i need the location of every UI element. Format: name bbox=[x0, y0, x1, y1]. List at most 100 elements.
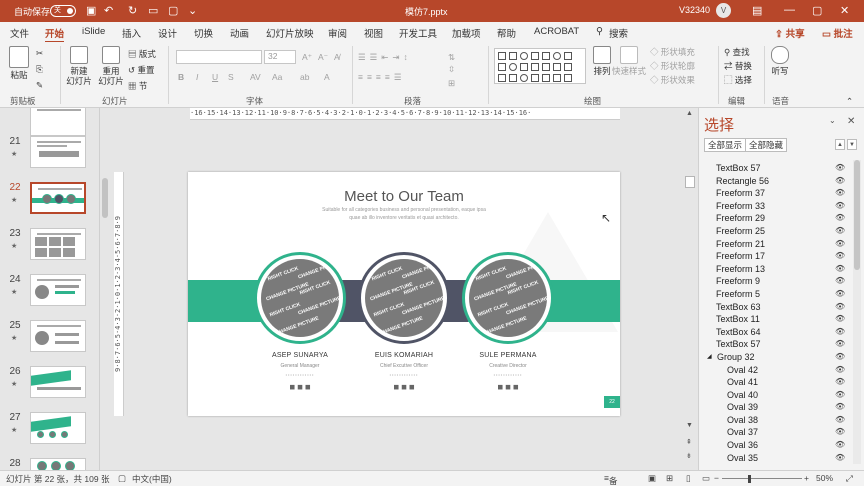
member-role[interactable]: Chief Excutive Officer bbox=[344, 363, 464, 369]
customize-icon[interactable]: ⌄ bbox=[188, 4, 197, 17]
selection-list-item[interactable]: Freeform 9 👁 bbox=[699, 275, 864, 288]
selection-list-item[interactable]: Oval 38 👁 bbox=[699, 414, 864, 427]
search-icon[interactable]: ⚲ bbox=[596, 26, 603, 37]
visibility-eye-icon[interactable]: 👁 bbox=[835, 175, 845, 187]
save-icon[interactable]: ▣ bbox=[86, 4, 96, 17]
bring-forward-icon[interactable]: ▲ bbox=[835, 139, 845, 150]
visibility-eye-icon[interactable]: 👁 bbox=[835, 187, 845, 199]
scroll-thumb[interactable] bbox=[685, 176, 695, 188]
collapse-ribbon-icon[interactable]: ⌃ bbox=[846, 96, 853, 107]
slide-subtitle[interactable]: Suitable for all categories business and… bbox=[318, 206, 490, 222]
new-slide-button[interactable]: 新建 幻灯片 bbox=[64, 46, 94, 86]
format-painter-icon[interactable]: ✎ bbox=[36, 80, 43, 91]
member-photo-2[interactable]: RIGHT CLICK CHANGE PICTURE CHANGE PICTUR… bbox=[358, 252, 450, 344]
tab-file[interactable]: 文件 bbox=[10, 26, 29, 40]
member-photo-1[interactable]: RIGHT CLICK CHANGE PICTURE CHANGE PICTUR… bbox=[254, 252, 346, 344]
font-color-icon[interactable]: A bbox=[324, 72, 330, 82]
minimize-icon[interactable]: — bbox=[784, 4, 795, 16]
slide-thumbnail[interactable]: 23 ★ bbox=[8, 228, 96, 266]
show-all-button[interactable]: 全部显示 bbox=[704, 138, 747, 152]
visibility-eye-icon[interactable]: 👁 bbox=[835, 313, 845, 325]
reset-button[interactable]: ↺ 重置 bbox=[128, 64, 155, 76]
page-number-badge[interactable]: 22 bbox=[604, 396, 620, 408]
quick-styles-button[interactable]: 快速样式 bbox=[612, 46, 646, 76]
slide-thumbnail[interactable]: 28 bbox=[8, 458, 96, 470]
visibility-eye-icon[interactable]: 👁 bbox=[835, 351, 845, 363]
selection-list-item[interactable]: Oval 36 👁 bbox=[699, 439, 864, 452]
tab-animations[interactable]: 动画 bbox=[230, 26, 249, 40]
selection-list-item[interactable]: Freeform 37 👁 bbox=[699, 187, 864, 200]
text-direction-icon[interactable]: ⇅ bbox=[448, 52, 455, 63]
member-role[interactable]: Creative Director bbox=[448, 363, 568, 369]
select-button[interactable]: ⬚ 选择 bbox=[724, 74, 752, 86]
previous-slide-icon[interactable]: ⇞ bbox=[686, 438, 692, 446]
shape-fill-button[interactable]: ◇ 形状填充 bbox=[650, 46, 695, 58]
slide-thumbnail[interactable]: 25 ★ bbox=[8, 320, 96, 358]
scroll-up-icon[interactable]: ▲ bbox=[686, 110, 693, 117]
start-from-beginning-icon[interactable]: ▭ bbox=[148, 4, 158, 17]
dictate-button[interactable]: 听写 bbox=[768, 46, 792, 76]
shrink-font-icon[interactable]: A⁻ bbox=[318, 52, 328, 63]
slide-sorter-icon[interactable]: ⊞ bbox=[666, 473, 673, 484]
tab-developer[interactable]: 开发工具 bbox=[399, 26, 437, 40]
visibility-eye-icon[interactable]: 👁 bbox=[835, 389, 845, 401]
grow-font-icon[interactable]: A⁺ bbox=[302, 52, 312, 63]
align-text-icon[interactable]: ⇳ bbox=[448, 64, 455, 75]
language-label[interactable]: 中文(中国) bbox=[132, 473, 172, 485]
visibility-eye-icon[interactable]: 👁 bbox=[835, 225, 845, 237]
visibility-eye-icon[interactable]: 👁 bbox=[835, 414, 845, 426]
autosave-toggle[interactable]: 关 bbox=[50, 5, 76, 17]
normal-view-icon[interactable]: ▣ bbox=[648, 473, 656, 484]
section-button[interactable]: ▦ 节 bbox=[128, 80, 147, 92]
zoom-level[interactable]: 50% bbox=[816, 473, 833, 483]
share-button[interactable]: ⇪ 共享 bbox=[775, 26, 805, 40]
selection-list-item[interactable]: Rectangle 56 👁 bbox=[699, 175, 864, 188]
reuse-slides-button[interactable]: 重用 幻灯片 bbox=[96, 46, 126, 86]
selection-list-item[interactable]: Freeform 33 👁 bbox=[699, 200, 864, 213]
tab-help[interactable]: 帮助 bbox=[497, 26, 516, 40]
selection-list-item[interactable]: TextBox 63 👁 bbox=[699, 301, 864, 314]
selection-list-item[interactable]: TextBox 57 👁 bbox=[699, 162, 864, 175]
restore-icon[interactable]: ▢ bbox=[812, 4, 822, 17]
visibility-eye-icon[interactable]: 👁 bbox=[835, 452, 845, 464]
layout-button[interactable]: ▤ 版式 bbox=[128, 48, 156, 60]
tab-review[interactable]: 审阅 bbox=[328, 26, 347, 40]
strikethrough-button[interactable]: S bbox=[228, 72, 234, 82]
pane-options-icon[interactable]: ⌄ bbox=[829, 116, 836, 125]
shapes-gallery[interactable] bbox=[494, 48, 586, 84]
visibility-eye-icon[interactable]: 👁 bbox=[835, 212, 845, 224]
visibility-eye-icon[interactable]: 👁 bbox=[835, 364, 845, 376]
picture-placeholder[interactable]: RIGHT CLICK CHANGE PICTURE CHANGE PICTUR… bbox=[469, 259, 547, 337]
slide-thumbnail[interactable]: 24 ★ bbox=[8, 274, 96, 312]
picture-placeholder[interactable]: RIGHT CLICK CHANGE PICTURE CHANGE PICTUR… bbox=[261, 259, 339, 337]
member-name[interactable]: SULE PERMANA bbox=[448, 352, 568, 359]
selection-list-item[interactable]: Oval 42 👁 bbox=[699, 364, 864, 377]
comments-button[interactable]: ▭ 批注 bbox=[822, 26, 853, 40]
visibility-eye-icon[interactable]: 👁 bbox=[835, 439, 845, 451]
selection-list-item[interactable]: Oval 41 👁 bbox=[699, 376, 864, 389]
selection-list-item[interactable]: Freeform 25 👁 bbox=[699, 225, 864, 238]
selection-list-item[interactable]: Oval 35 👁 bbox=[699, 452, 864, 465]
selection-list-item[interactable]: Freeform 5 👁 bbox=[699, 288, 864, 301]
selection-list-item[interactable]: Oval 39 👁 bbox=[699, 401, 864, 414]
send-backward-icon[interactable]: ▼ bbox=[847, 139, 857, 150]
selection-list-item[interactable]: TextBox 11 👁 bbox=[699, 313, 864, 326]
arrange-button[interactable]: 排列 bbox=[590, 46, 614, 76]
tab-acrobat[interactable]: ACROBAT bbox=[534, 26, 579, 37]
thumbnails-scrollbar[interactable] bbox=[100, 108, 110, 470]
shape-outline-button[interactable]: ◇ 形状轮廓 bbox=[650, 60, 695, 72]
hide-all-button[interactable]: 全部隐藏 bbox=[745, 138, 788, 152]
highlight-icon[interactable]: ab bbox=[300, 72, 309, 82]
user-name[interactable]: V32340 bbox=[679, 5, 710, 15]
fit-to-window-icon[interactable]: ⤢ bbox=[846, 473, 853, 484]
scroll-down-icon[interactable]: ▼ bbox=[686, 422, 693, 429]
cut-icon[interactable]: ✂ bbox=[36, 48, 43, 59]
bold-button[interactable]: B bbox=[178, 72, 184, 82]
tab-transitions[interactable]: 切换 bbox=[194, 26, 213, 40]
ribbon-options-icon[interactable]: ▤ bbox=[752, 4, 762, 17]
selection-list-item[interactable]: Freeform 29 👁 bbox=[699, 212, 864, 225]
picture-placeholder[interactable]: RIGHT CLICK CHANGE PICTURE CHANGE PICTUR… bbox=[365, 259, 443, 337]
selection-list-item[interactable]: Oval 37 👁 bbox=[699, 426, 864, 439]
slide-title[interactable]: Meet to Our Team bbox=[188, 188, 620, 205]
member-name[interactable]: ASEP SUNARYA bbox=[240, 352, 360, 359]
